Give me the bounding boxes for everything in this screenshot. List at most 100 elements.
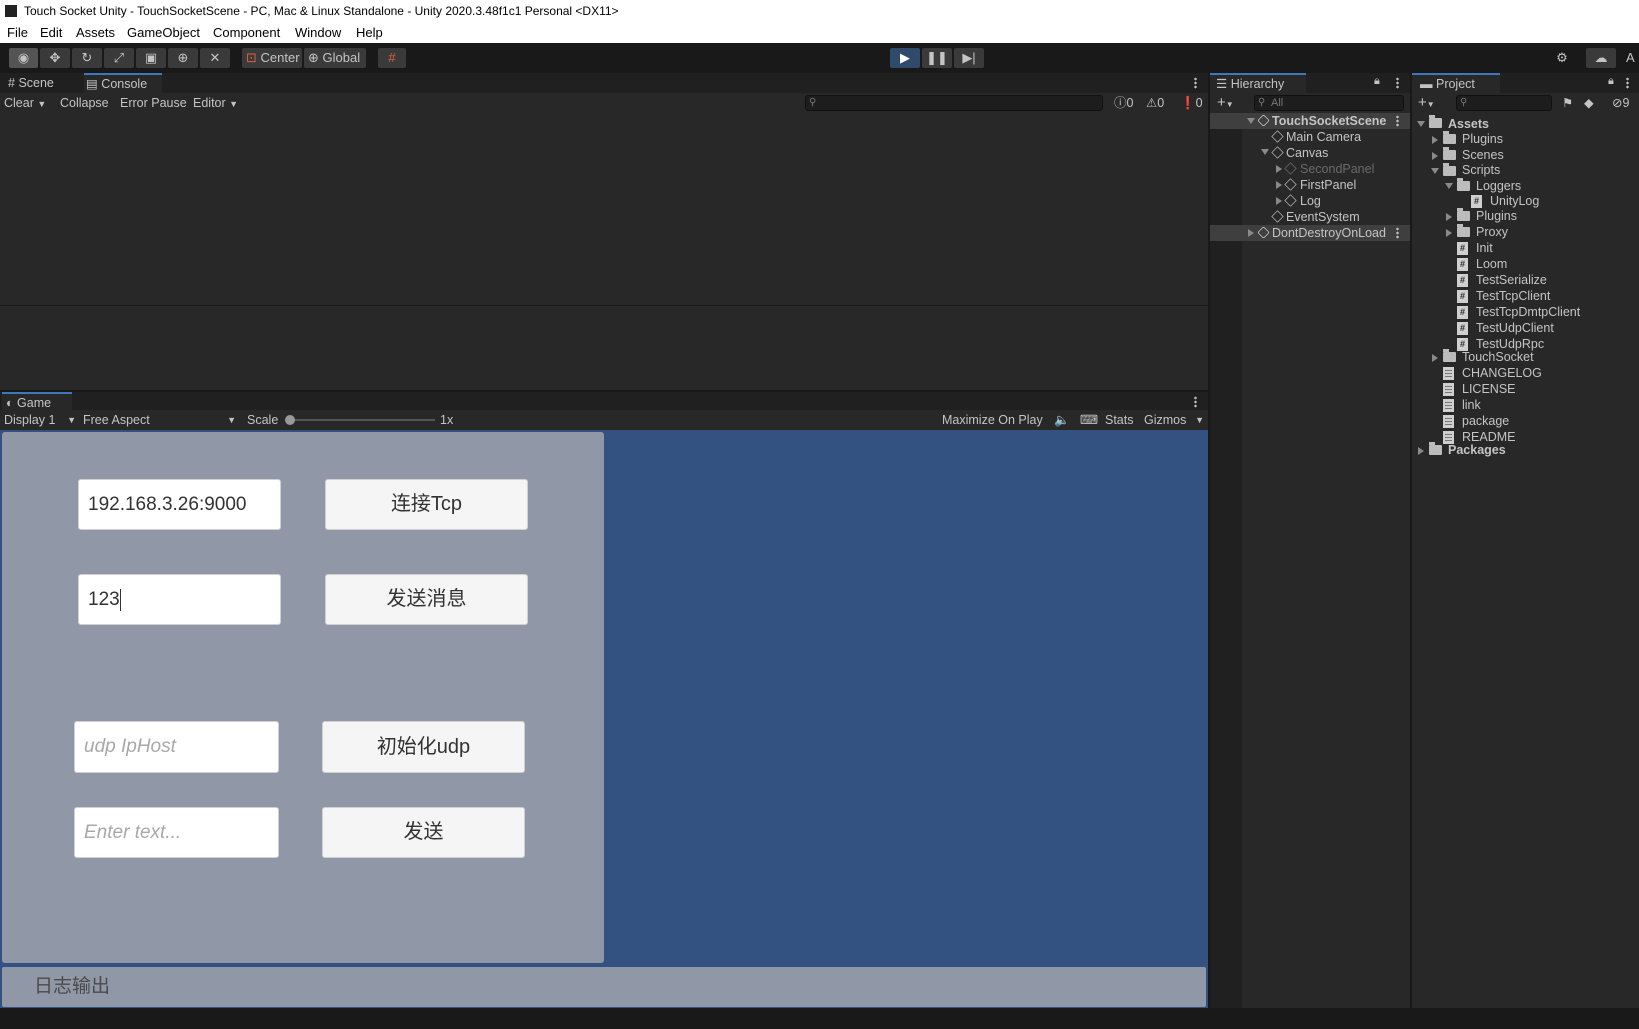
scale-slider-track[interactable] [287, 419, 435, 421]
tab-console[interactable]: ▤ Console [84, 73, 162, 93]
message-input[interactable]: 123 [78, 574, 281, 625]
keyboard-icon[interactable]: ⌨ [1080, 410, 1098, 430]
tab-game[interactable]: ◐ Game [2, 392, 72, 412]
project-item-unitylog[interactable]: UnityLog [1490, 193, 1539, 209]
init-udp-button[interactable]: 初始化udp [322, 721, 525, 773]
collapse-arrow-icon[interactable] [1446, 213, 1452, 221]
pivot-center-button[interactable]: ⊡ Center [242, 48, 302, 68]
rotate-tool-icon[interactable]: ↻ [72, 48, 102, 68]
collapse-arrow-icon[interactable] [1446, 229, 1452, 237]
collapse-arrow-icon[interactable] [1276, 197, 1282, 205]
mute-audio-icon[interactable]: 🔈 [1054, 410, 1070, 430]
collapse-arrow-icon[interactable] [1432, 354, 1438, 362]
console-error-pause-button[interactable]: Error Pause [120, 93, 187, 113]
console-menu-icon[interactable] [1194, 77, 1197, 89]
hierarchy-item-main-camera[interactable]: Main Camera [1286, 129, 1361, 145]
scale-slider-handle[interactable] [285, 415, 295, 425]
console-detail-area[interactable] [0, 306, 1208, 390]
game-menu-icon[interactable] [1194, 396, 1197, 408]
scene-menu-icon[interactable] [1396, 115, 1399, 127]
error-count-toggle[interactable]: ❗0 [1180, 93, 1203, 113]
console-log-list[interactable] [0, 113, 1208, 306]
aspect-dropdown[interactable]: Free Aspect ▼ [83, 410, 236, 430]
udp-send-button[interactable]: 发送 [322, 807, 525, 858]
tab-scene[interactable]: # Scene [4, 73, 82, 93]
rect-tool-icon[interactable]: ▣ [136, 48, 166, 68]
project-item-license[interactable]: LICENSE [1462, 381, 1516, 397]
hierarchy-item-second-panel[interactable]: SecondPanel [1300, 161, 1374, 177]
udp-host-input[interactable]: udp IpHost [74, 721, 279, 773]
hidden-packages-toggle[interactable]: ⊘9 [1612, 93, 1629, 113]
view-tool-icon[interactable]: ◉ [9, 48, 38, 68]
console-search-input[interactable]: ⚲ [805, 95, 1103, 111]
expand-arrow-icon[interactable] [1431, 168, 1439, 174]
create-add-icon[interactable]: +▼ [1217, 93, 1234, 113]
display-dropdown[interactable]: Display 1 ▼ [4, 410, 76, 430]
menu-file[interactable]: File [7, 22, 28, 43]
project-item-scripts-plugins[interactable]: Plugins [1476, 208, 1517, 224]
transform-tool-icon[interactable]: ⊕ [168, 48, 198, 68]
account-button[interactable]: A [1626, 48, 1639, 68]
menu-help[interactable]: Help [356, 22, 383, 43]
search-by-type-icon[interactable]: ⚑ [1562, 93, 1573, 113]
search-by-label-icon[interactable]: ◆ [1584, 93, 1594, 113]
gizmos-dropdown[interactable]: Gizmos ▼ [1144, 410, 1206, 430]
project-item-package[interactable]: package [1462, 413, 1509, 429]
collapse-arrow-icon[interactable] [1432, 136, 1438, 144]
menu-component[interactable]: Component [213, 22, 280, 43]
pivot-global-button[interactable]: ⊕ Global [304, 48, 366, 68]
collapse-arrow-icon[interactable] [1432, 152, 1438, 160]
send-message-button[interactable]: 发送消息 [325, 574, 528, 625]
project-item-test-udp-client[interactable]: TestUdpClient [1476, 320, 1554, 336]
stats-toggle[interactable]: Stats [1105, 410, 1134, 430]
move-tool-icon[interactable]: ✥ [40, 48, 70, 68]
warning-count-toggle[interactable]: ⚠0 [1146, 93, 1164, 113]
tab-project[interactable]: ▬ Project [1412, 73, 1500, 93]
create-add-icon[interactable]: +▼ [1418, 93, 1435, 113]
console-editor-dropdown[interactable]: Editor ▼ [193, 93, 238, 113]
dontdestroy-menu-icon[interactable] [1396, 227, 1399, 239]
menu-assets[interactable]: Assets [76, 22, 115, 43]
hierarchy-item-scene[interactable]: TouchSocketScene [1272, 113, 1386, 129]
menu-edit[interactable]: Edit [40, 22, 62, 43]
scale-tool-icon[interactable]: ⤢ [104, 48, 134, 68]
project-item-plugins[interactable]: Plugins [1462, 131, 1503, 147]
collapse-arrow-icon[interactable] [1276, 181, 1282, 189]
custom-tool-icon[interactable]: ✕ [200, 48, 230, 68]
game-view[interactable]: 192.168.3.26:9000 连接Tcp 123 发送消息 udp IpH… [0, 430, 1208, 1008]
project-item-init[interactable]: Init [1476, 240, 1493, 256]
collapse-arrow-icon[interactable] [1248, 229, 1254, 237]
project-item-scenes[interactable]: Scenes [1462, 147, 1504, 163]
project-menu-icon[interactable] [1626, 77, 1629, 89]
lock-icon[interactable]: 🔒︎ [1608, 75, 1614, 88]
project-item-touchsocket[interactable]: TouchSocket [1462, 349, 1534, 365]
connect-tcp-button[interactable]: 连接Tcp [325, 479, 528, 530]
hierarchy-item-canvas[interactable]: Canvas [1286, 145, 1328, 161]
project-search-input[interactable]: ⚲ [1456, 95, 1552, 111]
project-item-link[interactable]: link [1462, 397, 1481, 413]
project-item-proxy[interactable]: Proxy [1476, 224, 1508, 240]
lock-icon[interactable]: 🔒︎ [1374, 75, 1380, 88]
console-collapse-button[interactable]: Collapse [60, 93, 109, 113]
expand-arrow-icon[interactable] [1261, 149, 1269, 155]
project-item-loom[interactable]: Loom [1476, 256, 1507, 272]
project-item-assets[interactable]: Assets [1448, 116, 1489, 132]
hierarchy-item-dont-destroy[interactable]: DontDestroyOnLoad [1272, 225, 1386, 241]
hierarchy-search-input[interactable]: ⚲ All [1254, 95, 1404, 111]
expand-arrow-icon[interactable] [1445, 183, 1453, 189]
project-item-changelog[interactable]: CHANGELOG [1462, 365, 1542, 381]
log-count-toggle[interactable]: ⓘ0 [1114, 93, 1133, 113]
tcp-host-input[interactable]: 192.168.3.26:9000 [78, 479, 281, 530]
hierarchy-item-log[interactable]: Log [1300, 193, 1321, 209]
menu-window[interactable]: Window [295, 22, 341, 43]
hierarchy-item-first-panel[interactable]: FirstPanel [1300, 177, 1356, 193]
hierarchy-menu-icon[interactable] [1396, 77, 1399, 89]
pause-button[interactable]: ❚❚ [922, 48, 952, 68]
collapse-arrow-icon[interactable] [1276, 165, 1282, 173]
grid-snap-icon[interactable]: # [378, 48, 406, 68]
console-clear-button[interactable]: Clear ▼ [4, 93, 46, 113]
project-item-test-tcp-client[interactable]: TestTcpClient [1476, 288, 1550, 304]
collapse-arrow-icon[interactable] [1418, 447, 1424, 455]
project-item-test-tcp-dmtp-client[interactable]: TestTcpDmtpClient [1476, 304, 1580, 320]
project-item-test-serialize[interactable]: TestSerialize [1476, 272, 1547, 288]
